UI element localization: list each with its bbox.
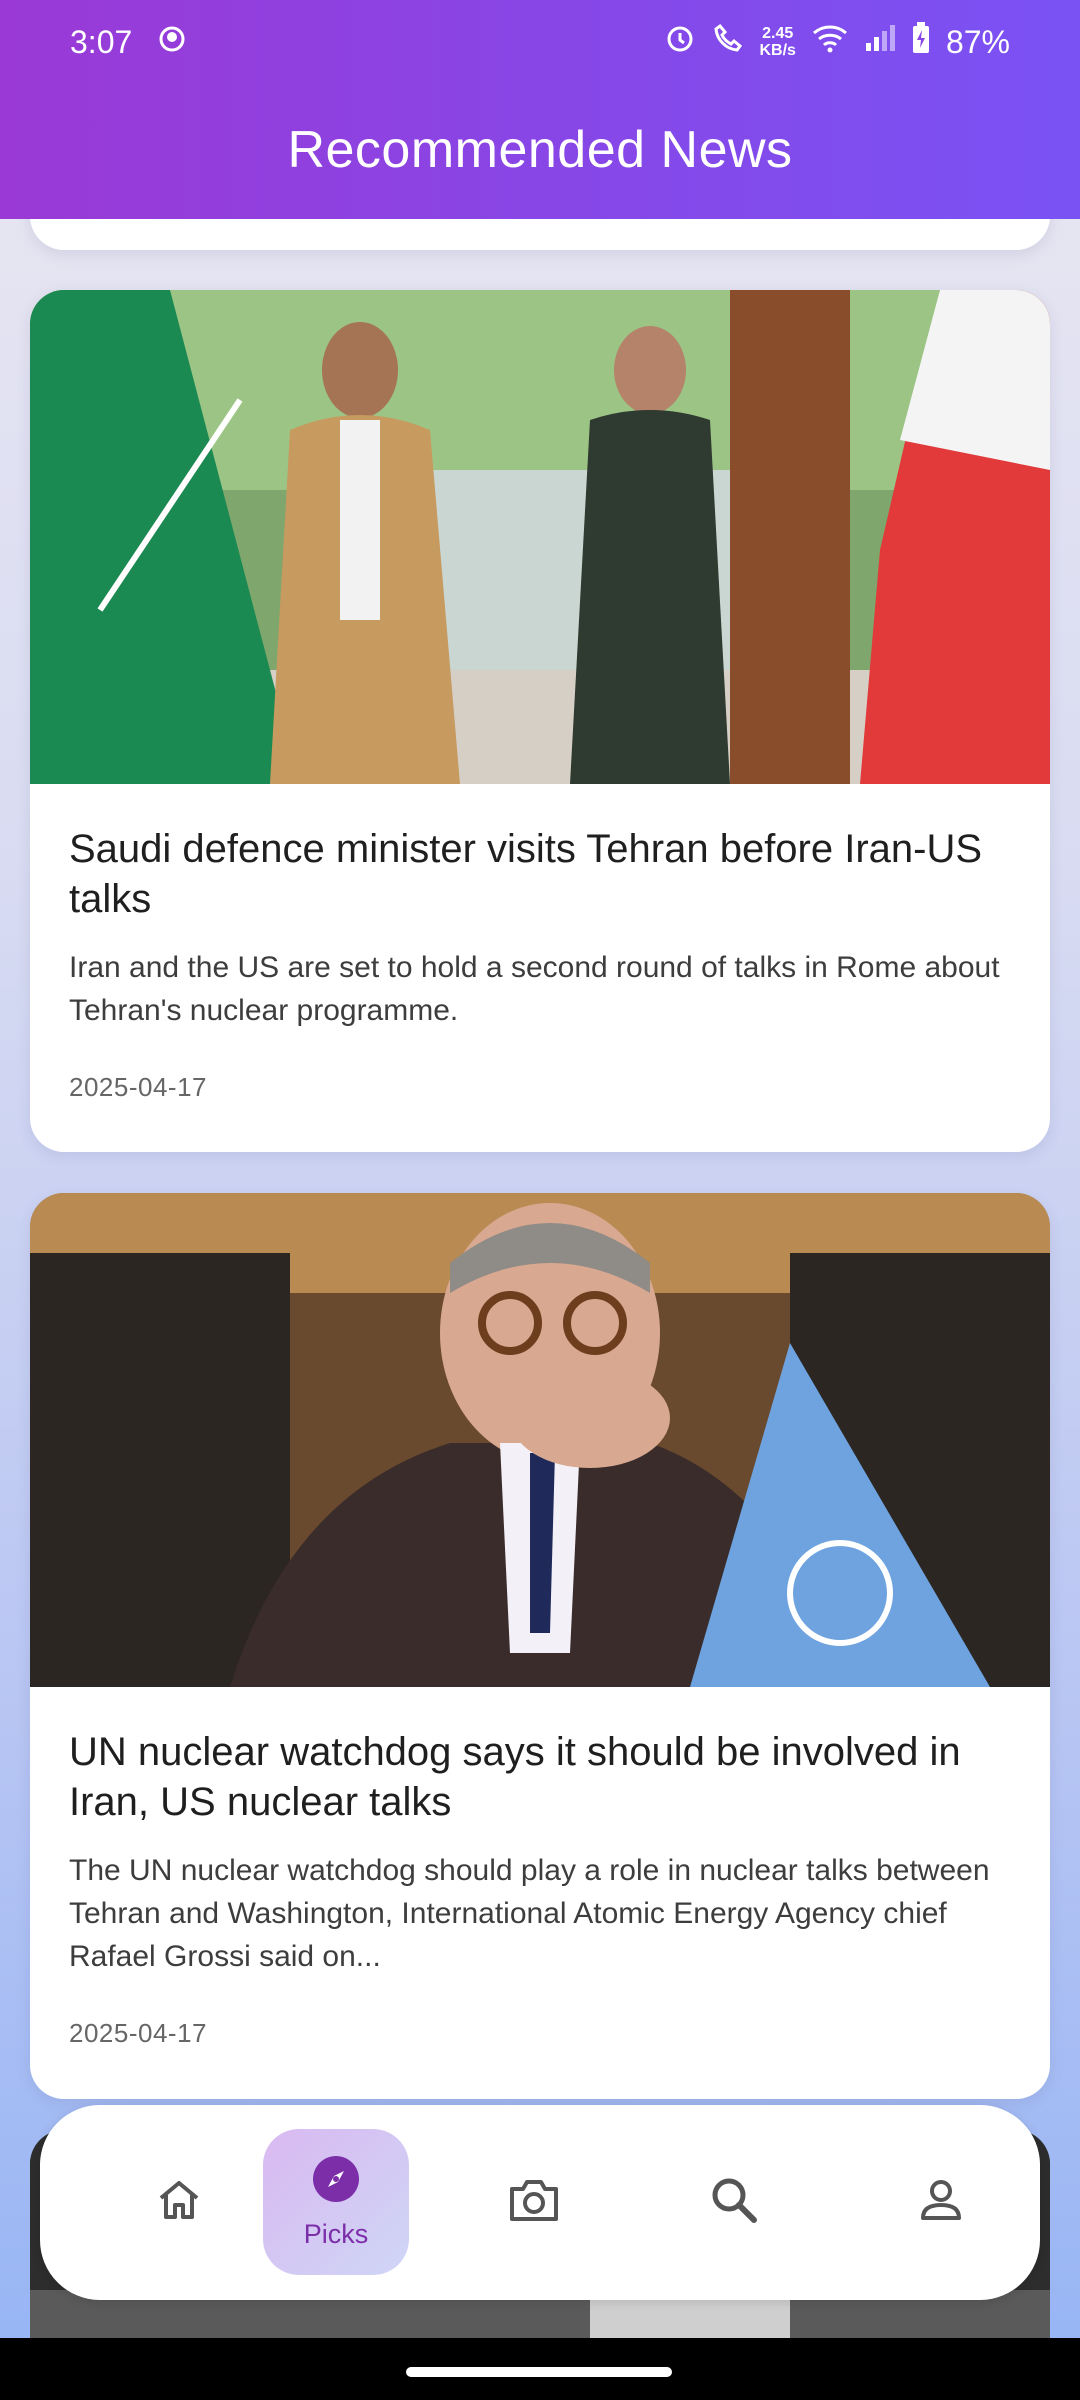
wifi-icon [812,23,848,61]
app-header: 3:07 2.45 KB/s 87% Recommended News [0,0,1080,219]
article-date: 2025-04-17 [69,2018,207,2048]
alarm-icon [664,22,696,62]
nav-picks[interactable]: Picks [263,2129,409,2275]
news-card[interactable]: Saudi defence minister visits Tehran bef… [30,290,1050,1152]
status-bar: 3:07 2.45 KB/s 87% [0,0,1080,84]
nav-camera[interactable] [461,2129,607,2275]
call-icon [712,22,744,62]
article-image [30,290,1050,784]
network-speed: 2.45 KB/s [759,25,796,59]
nav-profile[interactable] [868,2129,1014,2275]
bottom-nav: Picks [40,2105,1040,2300]
nav-home[interactable] [106,2129,252,2275]
nav-picks-label: Picks [303,2219,369,2249]
profile-icon [917,2176,965,2229]
news-card[interactable]: UN nuclear watchdog says it should be in… [30,1193,1050,2099]
home-icon [155,2176,203,2229]
battery-icon [912,22,930,62]
compass-icon [311,2154,361,2209]
nav-search[interactable] [661,2129,807,2275]
gesture-handle[interactable] [406,2367,672,2377]
signal-icon [864,23,896,61]
battery-percent: 87% [945,23,1010,60]
article-headline: Saudi defence minister visits Tehran bef… [69,827,983,921]
article-summary: Iran and the US are set to hold a second… [69,951,1000,1027]
status-time: 3:07 [70,23,133,60]
article-summary: The UN nuclear watchdog should play a ro… [69,1854,990,1973]
notification-icon [158,24,186,61]
article-date: 2025-04-17 [69,1072,207,1102]
page-title: Recommended News [287,121,793,179]
article-headline: UN nuclear watchdog says it should be in… [69,1730,961,1824]
article-image [30,1193,1050,1687]
camera-icon [508,2177,560,2228]
search-icon [709,2175,759,2230]
